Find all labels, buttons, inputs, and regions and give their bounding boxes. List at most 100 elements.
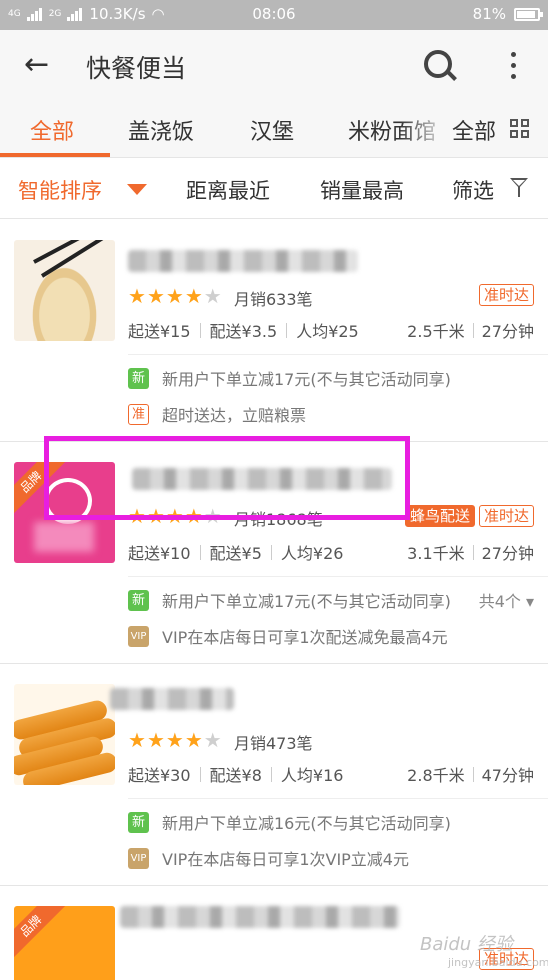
vip-icon: VIP	[128, 847, 149, 869]
new-user-icon: 新	[128, 589, 149, 611]
distance: 2.8千米	[407, 766, 465, 785]
sort-bar: 智能排序 距离最近 销量最高 筛选	[0, 159, 548, 219]
watermark-text: Baidu 经验	[420, 934, 513, 955]
status-bar: 4G 2G 10.3K/s ◠ 08:06 81%	[0, 0, 548, 30]
filter-icon[interactable]	[510, 178, 528, 198]
all-categories-button[interactable]: 全部	[452, 114, 497, 146]
restaurant-card[interactable]: ★ ★ ★ ★ ★ 月销473笔 起送¥30 配送¥8 人均¥16 2.8千米 47分钟…	[0, 664, 548, 886]
tab-all[interactable]: 全部	[30, 114, 74, 146]
tab-rice-bowl[interactable]: 盖浇饭	[128, 114, 194, 146]
battery-percent: 81%	[472, 5, 506, 23]
star-icon: ★	[165, 284, 184, 308]
search-icon[interactable]	[422, 48, 458, 84]
status-right: 81%	[472, 5, 543, 23]
star-icon: ★	[184, 728, 203, 752]
promo-text: 新用户下单立减16元(不与其它活动同享)	[162, 814, 451, 833]
restaurant-thumbnail: 品牌	[14, 906, 115, 980]
brand-ribbon: 品牌	[14, 906, 66, 961]
promo-row: VIP VIP在本店每日可享1次VIP立减4元	[128, 846, 409, 870]
active-tab-indicator	[0, 153, 110, 157]
sort-smart[interactable]: 智能排序	[18, 175, 102, 205]
distance-time: 2.8千米 47分钟	[407, 762, 534, 786]
delivery-fee: 配送¥3.5	[209, 322, 278, 341]
star-icon: ★	[165, 728, 184, 752]
distance-time: 3.1千米 27分钟	[407, 540, 534, 564]
promo-text: 新用户下单立减17元(不与其它活动同享)	[162, 592, 451, 611]
badges: 准时达	[478, 284, 534, 306]
expand-promos-button[interactable]: 共4个 ▾	[479, 588, 534, 612]
delivery-time: 27分钟	[481, 322, 534, 341]
new-user-icon: 新	[128, 367, 149, 389]
star-empty-icon: ★	[203, 284, 222, 308]
tab-fade	[400, 106, 450, 152]
new-user-icon: 新	[128, 811, 149, 833]
promo-text: VIP在本店每日可享1次配送减免最高4元	[162, 628, 448, 647]
star-icon: ★	[128, 728, 146, 752]
caret-down-icon[interactable]	[127, 184, 147, 195]
highlight-box	[44, 436, 410, 520]
on-time-badge: 准时达	[478, 505, 534, 527]
promo-row: 新 新用户下单立减16元(不与其它活动同享)	[128, 810, 451, 834]
promo-row: 准 超时送达，立赔粮票	[128, 402, 306, 426]
filter-button[interactable]: 筛选	[452, 175, 494, 205]
per-person: 人均¥26	[280, 544, 344, 563]
star-icon: ★	[146, 284, 165, 308]
battery-icon	[514, 7, 543, 21]
back-arrow-icon[interactable]: ←	[24, 50, 56, 80]
distance: 2.5千米	[407, 322, 465, 341]
restaurant-name-blurred	[128, 250, 358, 272]
star-empty-icon: ★	[203, 728, 222, 752]
promo-text: VIP在本店每日可享1次VIP立减4元	[162, 850, 409, 869]
rating-stars: ★ ★ ★ ★ ★	[128, 286, 222, 306]
promo-row: VIP VIP在本店每日可享1次配送减免最高4元	[128, 624, 448, 648]
restaurant-thumbnail	[14, 684, 115, 785]
sort-best-selling[interactable]: 销量最高	[320, 175, 404, 205]
page-title: 快餐便当	[86, 54, 187, 83]
promo-text: 超时送达，立赔粮票	[162, 406, 307, 425]
min-order: 起送¥10	[128, 544, 191, 563]
delivery-info: 起送¥10 配送¥5 人均¥26	[128, 540, 343, 564]
logo-text-blurred	[34, 522, 94, 552]
app-bar: ← 快餐便当	[0, 30, 548, 100]
category-tabs: 全部 盖浇饭 汉堡 米粉面馆 全部	[0, 100, 548, 158]
delivery-time: 47分钟	[481, 766, 534, 785]
badges: 蜂鸟配送 准时达	[404, 505, 534, 527]
promo-row: 新 新用户下单立减17元(不与其它活动同享)	[128, 588, 451, 612]
monthly-sales: 月销473笔	[234, 734, 313, 753]
distance: 3.1千米	[407, 544, 465, 563]
watermark-sub: jingyan.baidu.com	[448, 956, 548, 969]
on-time-icon: 准	[128, 403, 149, 425]
delivery-fee: 配送¥5	[209, 544, 262, 563]
vip-icon: VIP	[128, 625, 149, 647]
more-menu-icon[interactable]	[506, 50, 520, 84]
delivery-info: 起送¥30 配送¥8 人均¥16	[128, 762, 343, 786]
per-person: 人均¥25	[296, 322, 359, 341]
monthly-sales: 月销633笔	[234, 290, 313, 309]
distance-time: 2.5千米 27分钟	[407, 318, 534, 342]
clock: 08:06	[252, 5, 296, 23]
tab-burger[interactable]: 汉堡	[250, 114, 294, 146]
min-order: 起送¥15	[128, 322, 191, 341]
min-order: 起送¥30	[128, 766, 191, 785]
star-icon: ★	[146, 728, 165, 752]
on-time-badge: 准时达	[478, 284, 534, 306]
restaurant-card[interactable]: ★ ★ ★ ★ ★ 月销633笔 准时达 起送¥15 配送¥3.5 人均¥25 2.5千…	[0, 220, 548, 442]
sort-nearest[interactable]: 距离最近	[186, 175, 270, 205]
grid-icon[interactable]	[510, 119, 530, 139]
promo-text: 新用户下单立减17元(不与其它活动同享)	[162, 370, 451, 389]
card-divider	[128, 354, 548, 355]
rating-stars: ★ ★ ★ ★ ★	[128, 730, 222, 750]
star-icon: ★	[128, 284, 146, 308]
card-divider	[128, 798, 548, 799]
restaurant-name-blurred	[110, 688, 234, 710]
delivery-time: 27分钟	[481, 544, 534, 563]
delivery-info: 起送¥15 配送¥3.5 人均¥25	[128, 318, 359, 342]
per-person: 人均¥16	[280, 766, 344, 785]
watermark: Baidu 经验 jingyan.baidu.com	[420, 930, 548, 969]
card-divider	[128, 576, 548, 577]
delivery-fee: 配送¥8	[209, 766, 262, 785]
star-icon: ★	[184, 284, 203, 308]
fengniao-delivery-badge: 蜂鸟配送	[404, 505, 475, 527]
restaurant-name-blurred	[120, 906, 400, 928]
restaurant-thumbnail	[14, 240, 115, 341]
